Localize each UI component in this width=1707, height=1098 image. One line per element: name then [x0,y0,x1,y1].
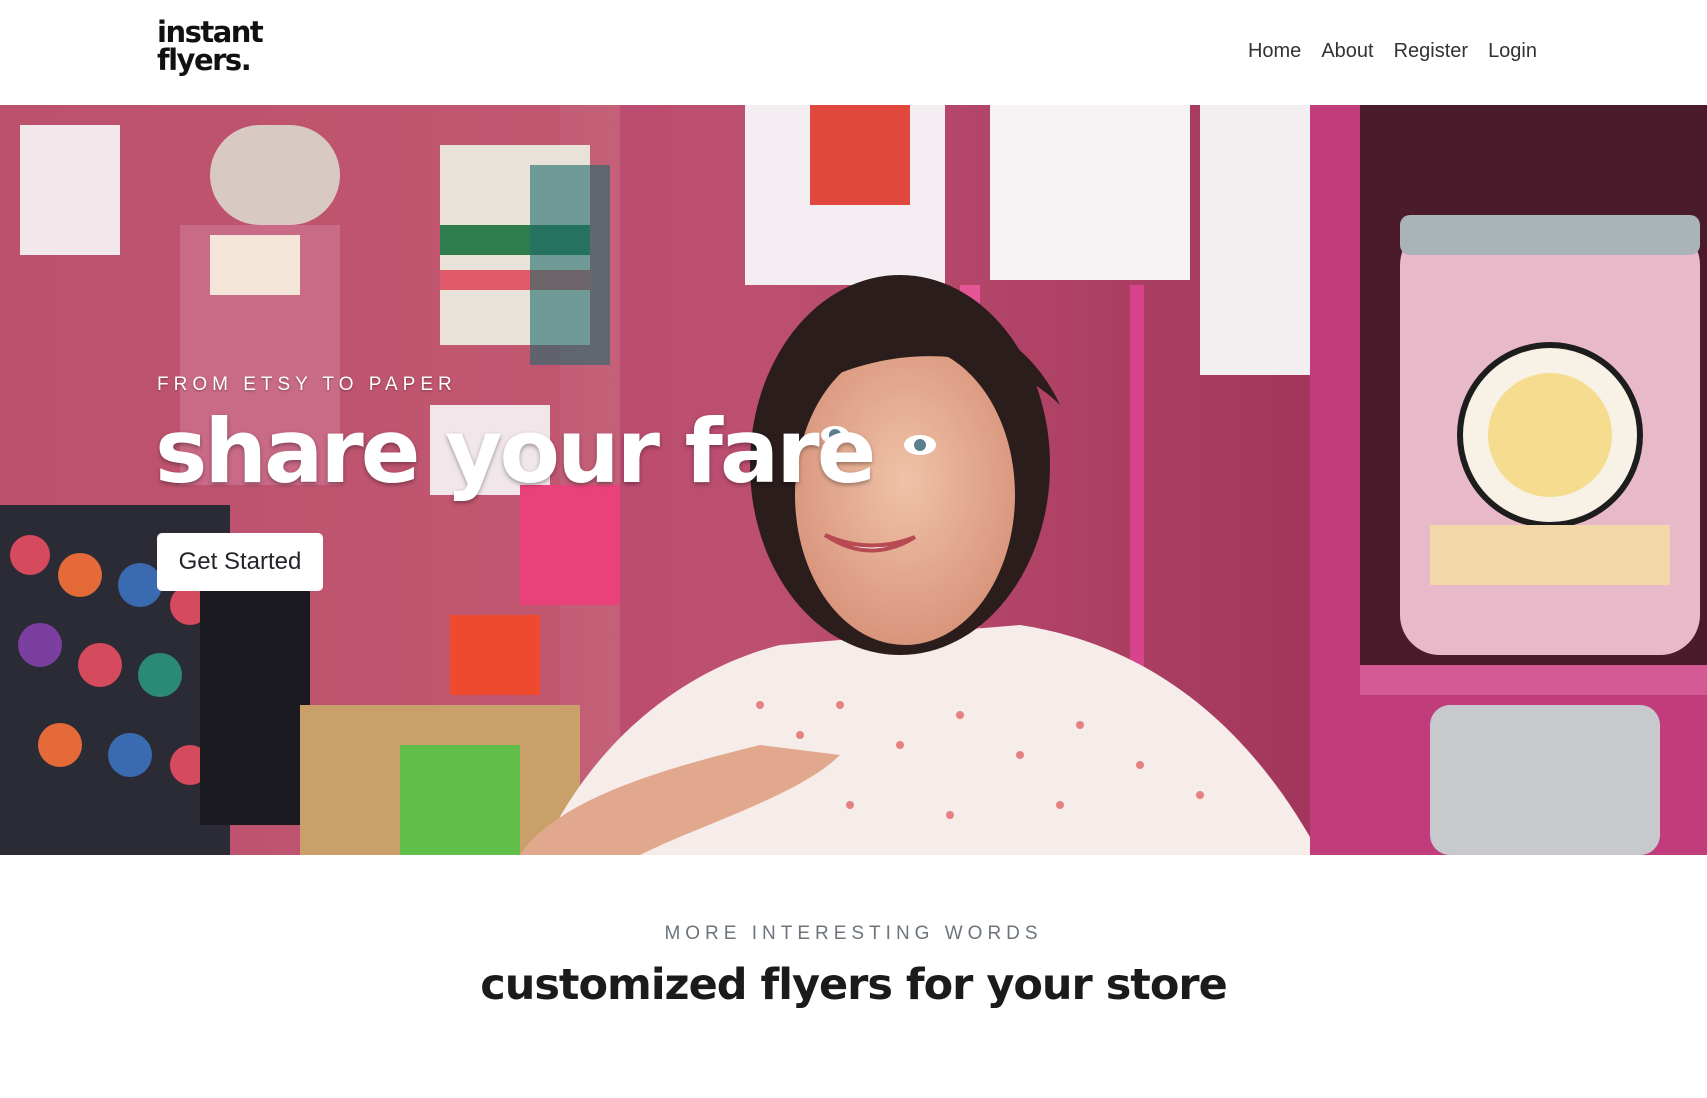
brand-line-2: flyers. [157,43,252,77]
nav-login-link[interactable]: Login [1488,40,1537,63]
get-started-button[interactable]: Get Started [157,533,323,591]
section-subheading: MORE INTERESTING WORDS [664,923,1043,944]
hero-headline: share your fare [155,400,876,503]
hero-section: FROM ETSY TO PAPER share your fare Get S… [0,105,1707,855]
nav-about-link[interactable]: About [1321,40,1373,63]
brand-line-1: instant [157,15,264,49]
brand-logo[interactable]: instant flyers. [157,15,287,77]
nav-home-link[interactable]: Home [1248,40,1301,63]
section-heading: customized flyers for your store [480,960,1228,1010]
nav-register-link[interactable]: Register [1394,40,1468,63]
hero-eyebrow: FROM ETSY TO PAPER [157,374,457,395]
intro-section: MORE INTERESTING WORDS customized flyers… [0,855,1707,1098]
main-nav: Home About Register Login [1248,40,1537,63]
top-navbar: instant flyers. Home About Register Logi… [0,0,1707,105]
